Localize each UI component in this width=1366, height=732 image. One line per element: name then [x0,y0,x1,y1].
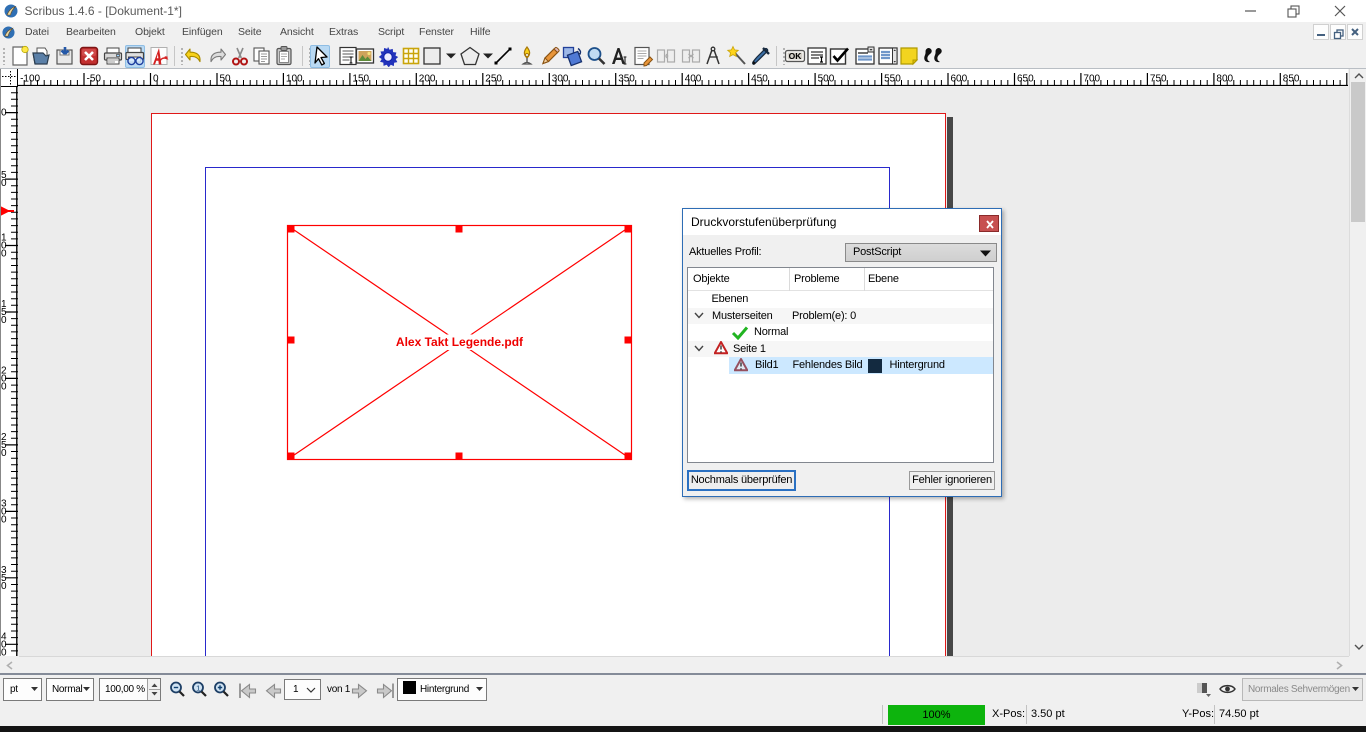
svg-text:0: 0 [1,581,7,592]
svg-text:0: 0 [1,647,7,656]
svg-text:700: 700 [1083,74,1100,85]
svg-text:100: 100 [286,74,303,85]
svg-text:150: 150 [352,74,369,85]
svg-text:250: 250 [485,74,502,85]
svg-text:600: 600 [951,74,968,85]
svg-text:0: 0 [1,315,7,326]
svg-text:OK: OK [789,51,803,61]
svg-text:850: 850 [1283,74,1300,85]
svg-text:350: 350 [618,74,635,85]
svg-text:800: 800 [1216,74,1233,85]
svg-text:550: 550 [884,74,901,85]
svg-text:500: 500 [818,74,835,85]
svg-text:Alex Takt Legende.pdf: Alex Takt Legende.pdf [396,335,524,349]
svg-text:200: 200 [419,74,436,85]
svg-text:0: 0 [1,108,7,119]
svg-text:300: 300 [552,74,569,85]
svg-text:0: 0 [153,74,159,85]
svg-text:0: 0 [1,448,7,459]
svg-text:650: 650 [1017,74,1034,85]
svg-text:1: 1 [196,684,200,693]
svg-text:750: 750 [1150,74,1167,85]
svg-text:0: 0 [1,514,7,525]
svg-text:-50: -50 [87,74,102,85]
svg-text:0: 0 [1,381,7,392]
svg-text:50: 50 [220,74,232,85]
svg-text:-100: -100 [20,74,40,85]
svg-text:450: 450 [751,74,768,85]
svg-text:0: 0 [1,178,7,189]
svg-text:400: 400 [685,74,702,85]
svg-text:0: 0 [1,249,7,260]
